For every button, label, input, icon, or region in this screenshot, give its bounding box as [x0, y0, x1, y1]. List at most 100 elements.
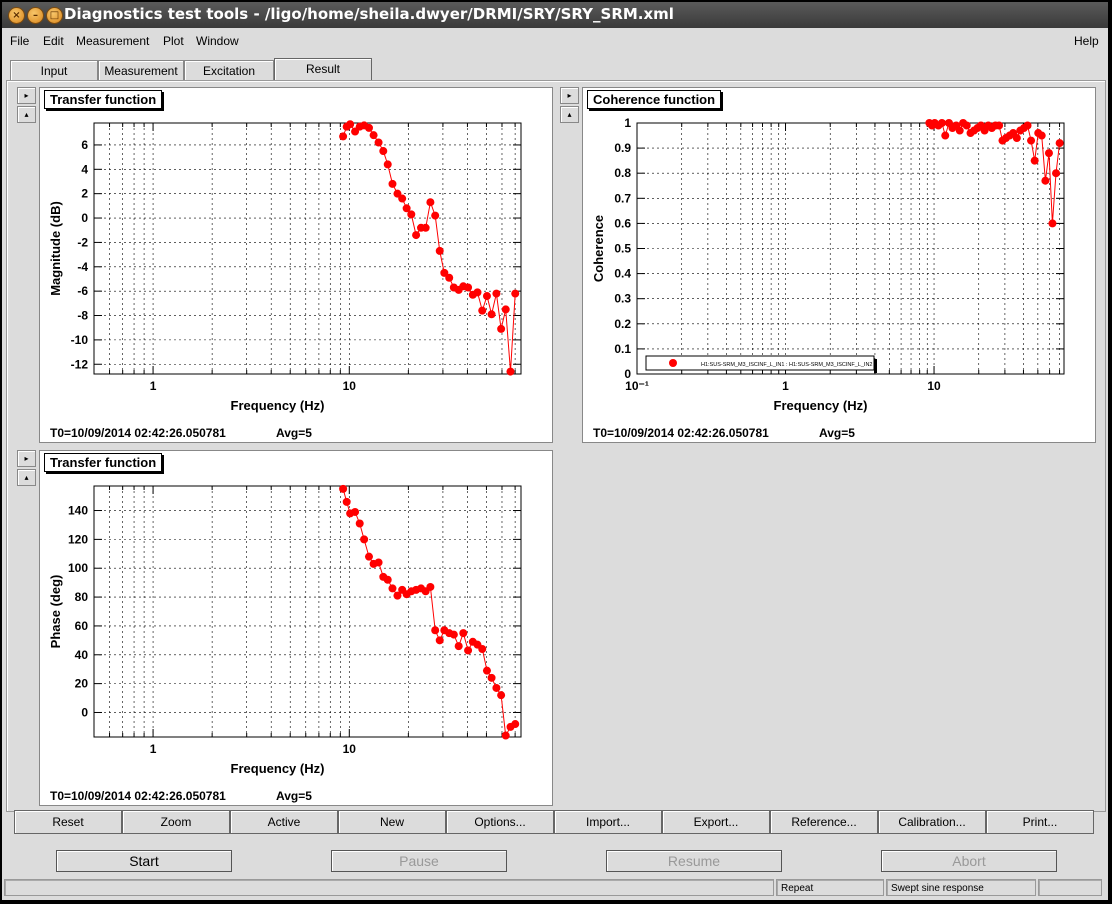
- y-tick-label: 0.4: [614, 267, 631, 281]
- result-panel: ▸ ▴ 6 4 2 0 -2 -4 -6 -8 -10 -12 1 10 Frequency (Hz) M…: [6, 80, 1106, 812]
- pad-options-arrow-icon[interactable]: ▸: [17, 87, 36, 104]
- x-tick-label: 10: [343, 379, 357, 393]
- phase-pad: 140 120 100 80 60 40 20 0 1 10 Frequency (Hz) Phase…: [39, 450, 553, 806]
- data-point: [374, 558, 383, 567]
- menu-file[interactable]: File: [10, 34, 29, 48]
- data-point: [412, 231, 421, 240]
- tab-excitation[interactable]: Excitation: [184, 60, 274, 81]
- data-point: [464, 646, 473, 655]
- y-tick-label: 0.7: [614, 191, 631, 205]
- y-tick-label: 80: [75, 590, 89, 604]
- data-point: [955, 126, 964, 135]
- export-button[interactable]: Export...: [662, 810, 770, 834]
- data-point: [478, 645, 487, 654]
- magnitude-plot[interactable]: 6 4 2 0 -2 -4 -6 -8 -10 -12 1 10 Frequency (Hz) Magni…: [40, 88, 552, 442]
- data-point: [449, 630, 458, 639]
- pad-title: Transfer function: [44, 90, 163, 109]
- pad-options-arrow-icon[interactable]: ▸: [17, 450, 36, 467]
- abort-button[interactable]: Abort: [881, 850, 1057, 872]
- data-point: [487, 310, 496, 319]
- x-axis-label: Frequency (Hz): [231, 761, 325, 776]
- status-message: [4, 879, 774, 896]
- data-point: [1012, 134, 1021, 143]
- main-window: × – □ Diagnostics test tools - /ligo/hom…: [2, 2, 1108, 900]
- menu-window[interactable]: Window: [196, 34, 239, 48]
- import-button[interactable]: Import...: [554, 810, 662, 834]
- data-point: [355, 519, 364, 528]
- data-point: [346, 120, 355, 129]
- data-point: [459, 629, 468, 638]
- data-point: [435, 246, 444, 255]
- y-tick-label: 1: [624, 116, 631, 130]
- y-tick-label: -12: [71, 357, 89, 371]
- data-point: [454, 642, 463, 651]
- y-tick-label: 60: [75, 619, 89, 633]
- pad-collapse-arrow-icon[interactable]: ▴: [17, 469, 36, 486]
- y-tick-label: 140: [68, 504, 88, 518]
- resume-button[interactable]: Resume: [606, 850, 782, 872]
- pad-options-arrow-icon[interactable]: ▸: [560, 87, 579, 104]
- menu-edit[interactable]: Edit: [43, 34, 64, 48]
- reset-button[interactable]: Reset: [14, 810, 122, 834]
- avg-label: Avg=5: [819, 426, 855, 440]
- data-point: [421, 223, 430, 232]
- minimize-icon[interactable]: –: [27, 7, 44, 24]
- data-point: [383, 575, 392, 584]
- legend-shadow: [874, 359, 877, 373]
- data-point: [506, 367, 515, 376]
- data-point: [407, 210, 416, 219]
- menu-measurement[interactable]: Measurement: [76, 34, 149, 48]
- y-axis-label: Coherence: [591, 215, 606, 282]
- data-point: [339, 484, 348, 493]
- menu-help[interactable]: Help: [1074, 34, 1099, 48]
- data-point: [426, 582, 435, 591]
- coherence-plot[interactable]: 00.10.20.30.40.50.60.70.80.9110⁻¹ 1 10Freq…: [583, 88, 1095, 442]
- t0-label: T0=10/09/2014 02:42:26.050781: [50, 789, 226, 803]
- menu-plot[interactable]: Plot: [163, 34, 184, 48]
- data-point: [360, 535, 369, 544]
- x-tick-label: 1: [150, 742, 157, 756]
- reference-button[interactable]: Reference...: [770, 810, 878, 834]
- phase-plot[interactable]: 140 120 100 80 60 40 20 0 1 10 Frequency (Hz) Phase…: [40, 451, 552, 805]
- data-point: [501, 731, 510, 740]
- active-button[interactable]: Active: [230, 810, 338, 834]
- y-tick-label: -8: [77, 309, 88, 323]
- start-button[interactable]: Start: [56, 850, 232, 872]
- maximize-icon[interactable]: □: [46, 7, 63, 24]
- x-tick-label: 1: [150, 379, 157, 393]
- pause-button[interactable]: Pause: [331, 850, 507, 872]
- y-tick-label: 100: [68, 561, 88, 575]
- tab-input[interactable]: Input: [10, 60, 98, 81]
- x-axis-label: Frequency (Hz): [774, 398, 868, 413]
- tab-measurement[interactable]: Measurement: [98, 60, 184, 81]
- close-icon[interactable]: ×: [8, 7, 25, 24]
- data-point: [492, 683, 501, 692]
- x-axis-label: Frequency (Hz): [231, 398, 325, 413]
- options-button[interactable]: Options...: [446, 810, 554, 834]
- data-point: [1048, 219, 1057, 228]
- data-point: [497, 691, 506, 700]
- data-point: [1023, 121, 1032, 130]
- y-tick-label: -10: [71, 333, 89, 347]
- data-point: [388, 179, 397, 188]
- new-button[interactable]: New: [338, 810, 446, 834]
- data-point: [1055, 139, 1064, 148]
- y-tick-label: 0.8: [614, 166, 631, 180]
- pad-collapse-arrow-icon[interactable]: ▴: [560, 106, 579, 123]
- avg-label: Avg=5: [276, 789, 312, 803]
- data-point: [482, 666, 491, 675]
- data-point: [473, 288, 482, 297]
- pad-title: Transfer function: [44, 453, 163, 472]
- zoom-button[interactable]: Zoom: [122, 810, 230, 834]
- data-point: [1027, 136, 1036, 145]
- pad-collapse-arrow-icon[interactable]: ▴: [17, 106, 36, 123]
- calibration-button[interactable]: Calibration...: [878, 810, 986, 834]
- menu-bar: File Edit Measurement Plot Window Help: [2, 30, 1108, 52]
- data-point: [1052, 169, 1061, 178]
- data-point: [501, 305, 510, 314]
- data-point: [339, 132, 348, 141]
- print-button[interactable]: Print...: [986, 810, 1094, 834]
- y-tick-label: 20: [75, 677, 89, 691]
- tab-result[interactable]: Result: [274, 58, 372, 81]
- data-point: [369, 131, 378, 140]
